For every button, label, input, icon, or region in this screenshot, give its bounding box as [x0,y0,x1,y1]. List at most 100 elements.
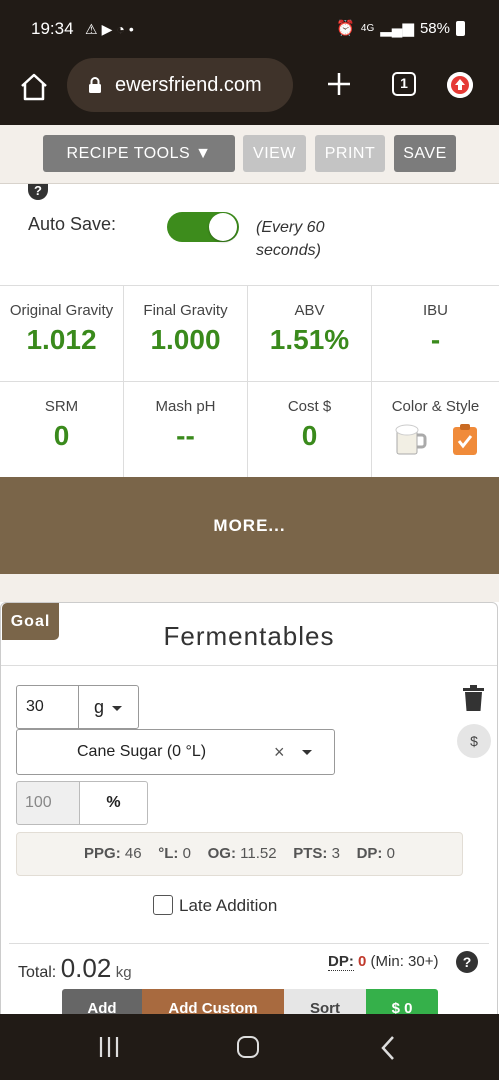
fermentable-info-bar: PPG: 46 °L: 0 OG: 11.52 PTS: 3 DP: 0 [16,832,463,876]
stat-cost: Cost $ 0 [248,382,372,478]
ingredient-select[interactable]: Cane Sugar (0 °L) × [16,729,335,775]
unit-value: g [94,697,105,717]
lock-icon [89,77,101,93]
recipe-toolbar: RECIPE TOOLS ▼ VIEW PRINT SAVE [0,125,499,184]
stat-label: Color & Style [391,398,480,415]
android-nav-bar [0,1014,499,1080]
dp-value: 0 [386,845,395,862]
home-nav-icon[interactable] [237,1036,259,1058]
new-tab-icon[interactable] [326,71,352,97]
back-icon[interactable] [378,1035,398,1061]
percent-input[interactable]: 100 [16,781,80,825]
og-value: 11.52 [240,845,277,862]
home-icon[interactable] [18,71,50,103]
recipe-stats-grid: Original Gravity 1.012 Final Gravity 1.0… [0,285,499,478]
stat-label: Original Gravity [9,302,114,319]
stat-label: Final Gravity [143,302,228,319]
dp-total-label: DP: [328,953,354,971]
unit-select[interactable]: g [78,685,139,729]
lte-indicator: 4G [360,22,375,34]
stat-label: Mash pH [155,398,216,415]
late-addition-label: Late Addition [179,896,278,915]
stat-srm: SRM 0 [0,382,124,478]
stat-value: 0 [301,420,318,451]
stat-label: Cost $ [287,398,332,415]
autosave-label: Auto Save: [28,214,117,234]
recent-apps-icon[interactable] [98,1037,120,1057]
url-text: ewersfriend.com [115,74,262,96]
lovibond-label: °L: [158,845,179,862]
amount-input[interactable]: 30 [16,685,79,729]
help-icon[interactable]: ? [456,951,478,973]
total-value: 0.02 [60,953,112,983]
dot-icon: • [128,21,134,37]
beer-mug-icon[interactable] [394,422,428,456]
divider [1,665,497,666]
clear-icon[interactable]: × [274,730,285,774]
ppg-value: 46 [124,845,142,862]
dp-min: (Min: 30+) [370,953,439,970]
dp-total-value: 0 [358,953,367,970]
stat-value: 1.012 [26,324,97,355]
chevron-down-icon[interactable] [302,750,312,755]
fermentables-card: Goal Fermentables 30 g $ Cane Sugar (0 °… [0,602,498,1022]
stat-label: SRM [44,398,79,415]
total-unit: kg [115,964,132,981]
stat-ibu: IBU - [372,286,499,382]
stat-label: ABV [294,302,325,319]
print-button[interactable]: PRINT [315,135,385,172]
autosave-section: ? Auto Save: (Every 60 seconds) [0,184,499,285]
og-label: OG: [207,845,236,862]
total-weight: Total: 0.02 kg [18,953,132,984]
checkbox-box[interactable] [153,895,173,915]
tab-switcher-button[interactable]: 1 [392,72,416,96]
system-icons: ⏰ 4G ▂▄▆ 58% [336,19,465,37]
trash-icon[interactable] [463,685,484,711]
notification-icons: ⚠ ▶ ◔ • [85,20,134,38]
status-bar: 19:34 ⚠ ▶ ◔ • ⏰ 4G ▂▄▆ 58% [0,0,499,56]
toggle-knob [209,213,237,241]
stat-label: IBU [422,302,448,319]
warning-icon: ⚠ [85,21,98,37]
battery-level: 58% [419,19,450,37]
stat-value: 1.000 [150,324,221,355]
signal-icon: ▂▄▆ [380,20,414,37]
autosave-note: (Every 60 seconds) [256,219,325,259]
pts-value: 3 [331,845,340,862]
stat-value: - [430,324,441,355]
ingredient-name: Cane Sugar (0 °L) [77,743,207,760]
autosave-toggle[interactable] [167,212,239,242]
fermentables-title: Fermentables [163,621,335,651]
stat-mash-ph: Mash pH -- [124,382,248,478]
more-button[interactable]: MORE... [0,477,499,574]
app-icon: ◔ [116,21,125,37]
style-clipboard-icon[interactable] [453,423,477,455]
view-button[interactable]: VIEW [243,135,306,172]
stat-color-style: Color & Style [372,382,499,478]
url-bar[interactable]: ewersfriend.com [67,58,293,112]
stat-original-gravity: Original Gravity 1.012 [0,286,124,382]
alarm-icon: ⏰ [336,20,355,37]
recipe-tools-button[interactable]: RECIPE TOOLS ▼ [43,135,235,172]
lovibond-value: 0 [182,845,191,862]
ppg-label: PPG: [84,845,121,862]
percent-toggle[interactable]: % [79,781,148,825]
youtube-icon: ▶ [101,21,113,37]
dp-label: DP: [356,845,383,862]
chevron-down-icon [112,705,123,711]
stat-value: -- [176,420,195,451]
section-spacer [0,574,499,602]
stat-final-gravity: Final Gravity 1.000 [124,286,248,382]
update-icon[interactable] [447,72,473,98]
help-icon[interactable]: ? [28,184,48,200]
status-time: 19:34 [31,19,74,38]
browser-toolbar: ewersfriend.com 1 [0,56,499,125]
cost-toggle-button[interactable]: $ [457,724,491,758]
late-addition-checkbox[interactable]: Late Addition [153,895,277,916]
stat-value: 0 [53,420,70,451]
battery-icon [456,20,465,36]
divider [9,943,489,944]
total-label: Total: [18,964,57,981]
stat-abv: ABV 1.51% [248,286,372,382]
save-button[interactable]: SAVE [394,135,456,172]
